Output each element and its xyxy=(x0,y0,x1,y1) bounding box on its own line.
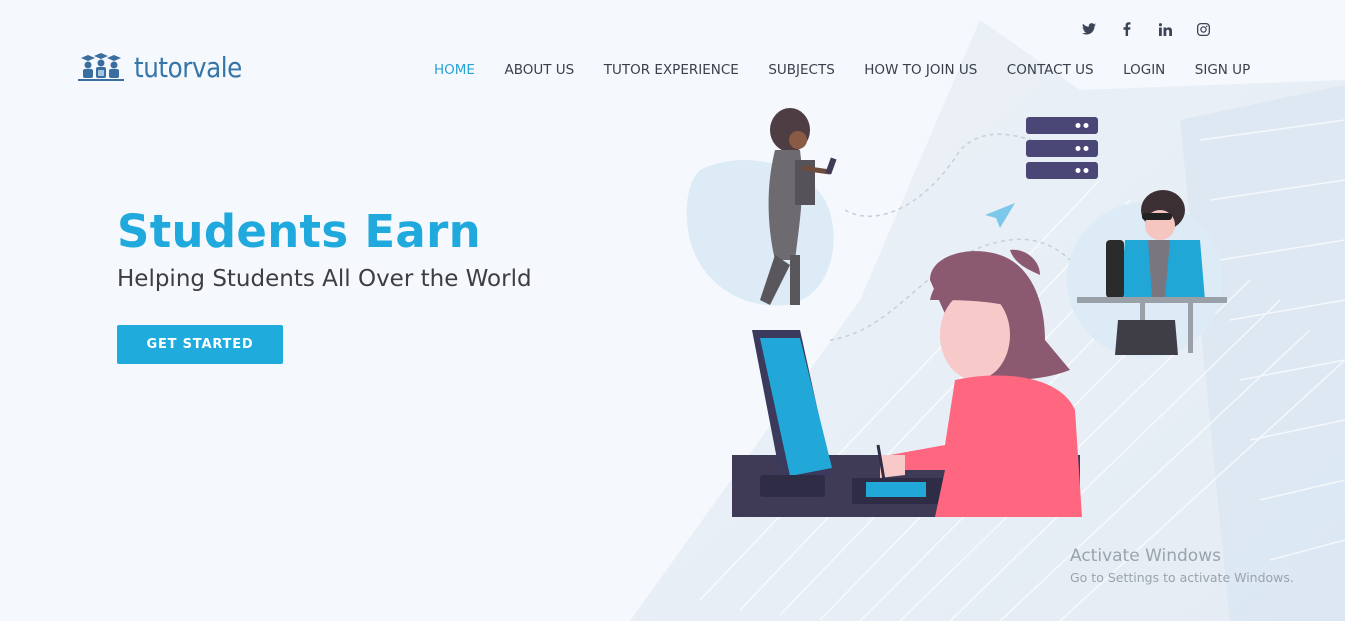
watermark-subtitle: Go to Settings to activate Windows. xyxy=(1070,570,1294,585)
hero-illustration xyxy=(686,108,1227,517)
activate-windows-watermark: Activate Windows Go to Settings to activ… xyxy=(1070,546,1294,585)
linkedin-icon[interactable] xyxy=(1156,20,1174,38)
social-links xyxy=(1080,20,1212,38)
watermark-title: Activate Windows xyxy=(1070,546,1221,566)
nav-item-how-to-join-us[interactable]: HOW TO JOIN US xyxy=(864,62,977,78)
twitter-icon[interactable] xyxy=(1080,20,1098,38)
facebook-icon[interactable] xyxy=(1118,20,1136,38)
main-nav: HOME ABOUT US TUTOR EXPERIENCE SUBJECTS … xyxy=(434,62,1280,78)
brand-logo[interactable]: tutorvale xyxy=(78,50,257,84)
hero-subtitle: Helping Students All Over the World xyxy=(117,266,532,292)
server-stack-icon xyxy=(1026,117,1098,179)
paper-plane-icon xyxy=(985,203,1015,228)
instagram-icon[interactable] xyxy=(1194,20,1212,38)
graduates-logo-icon xyxy=(78,53,124,81)
nav-item-subjects[interactable]: SUBJECTS xyxy=(768,62,834,78)
nav-item-login[interactable]: LOGIN xyxy=(1123,62,1165,78)
nav-item-home[interactable]: HOME xyxy=(434,62,475,78)
landing-page: tutorvale HOME ABOUT US TUTOR EXPERIENCE… xyxy=(0,0,1345,621)
get-started-button[interactable]: GET STARTED xyxy=(117,325,283,364)
hero-title: Students Earn xyxy=(117,205,481,258)
nav-item-sign-up[interactable]: SIGN UP xyxy=(1195,62,1250,78)
nav-item-contact-us[interactable]: CONTACT US xyxy=(1007,62,1094,78)
man-at-desk-figure xyxy=(1067,190,1227,358)
nav-item-tutor-experience[interactable]: TUTOR EXPERIENCE xyxy=(604,62,739,78)
nav-item-about-us[interactable]: ABOUT US xyxy=(504,62,574,78)
brand-name: tutorvale xyxy=(134,50,242,84)
